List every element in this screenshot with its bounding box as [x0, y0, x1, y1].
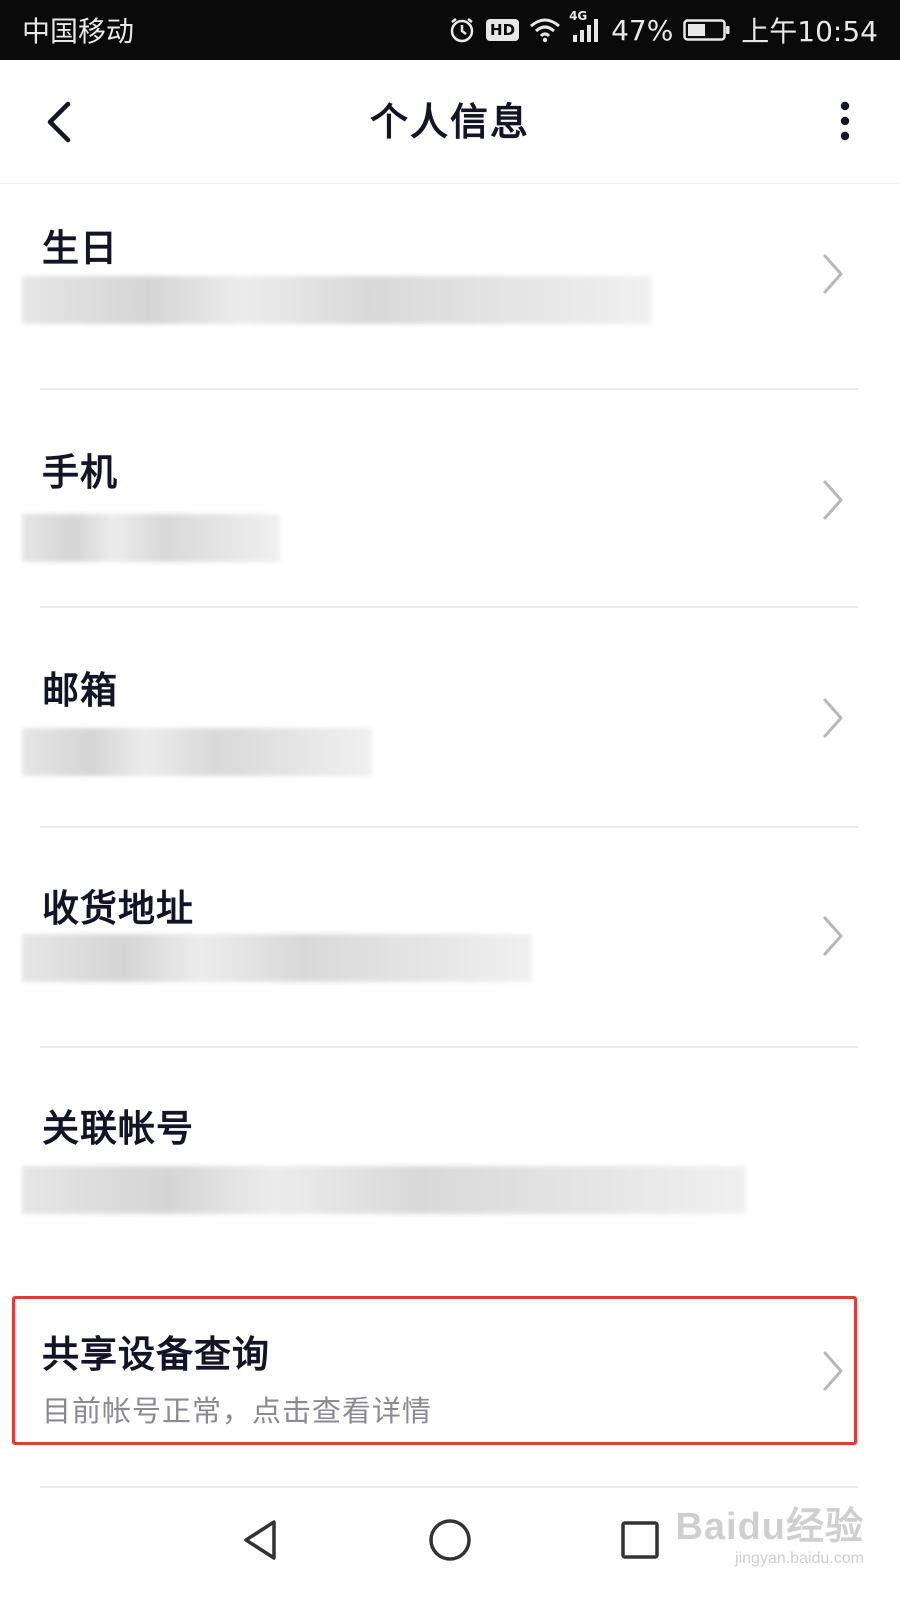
back-triangle-icon	[244, 1520, 276, 1560]
watermark: Baidu经验 jingyan.baidu.com	[675, 1495, 864, 1568]
redacted-value	[22, 514, 280, 562]
watermark-brand: Baidu经验	[675, 1506, 864, 1548]
row-label: 邮箱	[42, 669, 118, 712]
clock: 上午10:54	[741, 15, 878, 48]
more-button[interactable]	[830, 98, 860, 148]
app-header: 个人信息	[0, 60, 900, 184]
hd-icon: HD	[486, 19, 520, 41]
status-bar: 中国移动 HD 4G 47% 上午10:54	[0, 0, 900, 60]
nav-home-button[interactable]	[420, 1510, 480, 1570]
redacted-value	[22, 728, 372, 776]
alarm-icon	[448, 16, 476, 44]
redacted-value	[22, 276, 652, 324]
chevron-right-icon	[823, 480, 843, 520]
watermark-url: jingyan.baidu.com	[735, 1550, 864, 1567]
carrier-label: 中国移动	[22, 15, 135, 48]
home-circle-icon	[429, 1519, 471, 1561]
list-item-linked-accounts[interactable]: 关联帐号	[0, 1048, 900, 1276]
row-label: 收货地址	[42, 887, 194, 930]
list-item-birthday[interactable]: 生日	[0, 184, 900, 388]
list-item-shipping-address[interactable]: 收货地址	[0, 828, 900, 1046]
page-title: 个人信息	[369, 100, 530, 144]
list-item-phone[interactable]: 手机	[0, 390, 900, 606]
row-label: 手机	[42, 451, 118, 494]
more-vertical-icon	[840, 101, 850, 141]
nav-recents-button[interactable]	[610, 1510, 670, 1570]
recents-square-icon	[621, 1521, 659, 1559]
row-label: 生日	[42, 227, 118, 270]
chevron-right-icon	[823, 916, 843, 956]
signal-icon: 4G	[569, 9, 601, 43]
chevron-right-icon	[823, 254, 843, 294]
battery-icon	[683, 18, 731, 42]
list-item-email[interactable]: 邮箱	[0, 608, 900, 826]
highlight-box	[12, 1296, 857, 1445]
wifi-icon	[529, 17, 561, 43]
status-icons: HD 4G 47% 上午10:54	[448, 9, 878, 50]
chevron-right-icon	[823, 698, 843, 738]
network-type-label: 4G	[569, 9, 588, 23]
nav-back-button[interactable]	[230, 1510, 290, 1570]
battery-percent: 47%	[611, 13, 674, 47]
redacted-value	[22, 1166, 746, 1214]
redacted-value	[22, 934, 532, 982]
row-label: 关联帐号	[42, 1107, 194, 1150]
